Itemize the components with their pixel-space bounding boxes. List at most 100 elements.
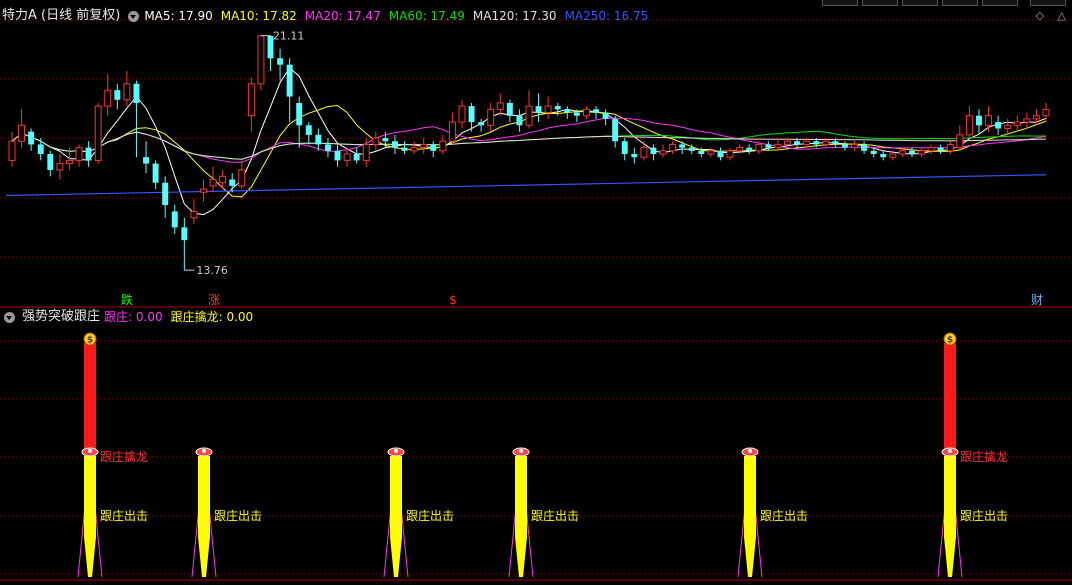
indicator-bars[interactable]: $ 跟庄出击 跟庄擒龙跟庄出击 跟庄出击 跟庄出击 跟庄出击 $ 跟庄出击 跟庄擒龙 [77, 332, 1008, 578]
candlestick[interactable] [1013, 115, 1021, 132]
candlestick[interactable] [305, 122, 312, 145]
event-markers[interactable]: 跌 涨 $ 财 [121, 292, 1043, 307]
candlestick[interactable] [582, 106, 590, 119]
candlestick[interactable] [123, 71, 131, 107]
stock-title[interactable]: 特力A (日线 前复权) [2, 6, 120, 26]
candlestick[interactable] [918, 147, 926, 158]
indicator-signal[interactable]: 跟庄出击 [383, 447, 454, 578]
candlestick[interactable] [976, 109, 982, 135]
event-marker[interactable]: 跌 [121, 292, 133, 307]
candlestick[interactable] [94, 102, 102, 164]
candlestick[interactable] [8, 131, 16, 167]
dropdown-arrow-icon[interactable] [4, 311, 15, 323]
event-marker[interactable]: 涨 [208, 292, 220, 307]
diamond-icon[interactable]: ◇ [1036, 9, 1044, 22]
candlestick[interactable] [85, 141, 92, 167]
candlestick[interactable] [861, 141, 868, 154]
candlestick[interactable] [487, 102, 495, 132]
candlestick[interactable] [746, 144, 753, 154]
indicator-title[interactable]: 强势突破跟庄 [22, 307, 100, 327]
candlestick[interactable] [908, 147, 915, 158]
candlestick[interactable] [496, 93, 504, 116]
candlestick[interactable] [1032, 109, 1040, 126]
candlestick[interactable] [717, 147, 724, 161]
indicator-signal[interactable]: $ 跟庄出击 跟庄擒龙 [77, 332, 148, 578]
candlestick[interactable] [726, 147, 734, 161]
toolbar-tab[interactable] [862, 0, 898, 6]
candlestick[interactable] [277, 48, 284, 81]
candlestick[interactable] [37, 138, 44, 161]
candlestick[interactable] [937, 144, 944, 154]
candlestick[interactable] [104, 74, 112, 116]
event-marker[interactable]: 财 [1031, 293, 1043, 307]
candlestick[interactable] [640, 141, 648, 161]
indicator-signal[interactable]: 跟庄出击 [508, 447, 579, 578]
candlestick[interactable] [535, 93, 542, 123]
candlestick[interactable] [190, 198, 198, 225]
candlestick[interactable] [247, 77, 255, 132]
candlestick[interactable] [47, 150, 54, 177]
toolbar-tab[interactable] [982, 0, 1018, 6]
candlestick[interactable] [880, 150, 887, 161]
toolbar-tab[interactable] [822, 0, 858, 6]
candlestick[interactable] [162, 176, 169, 218]
candlestick[interactable] [257, 35, 265, 91]
candlestick[interactable] [324, 138, 331, 158]
candlestick[interactable] [353, 147, 360, 164]
event-marker[interactable]: $ [449, 293, 457, 307]
candlestick[interactable] [593, 106, 599, 119]
candlestick[interactable] [209, 166, 217, 193]
candlestick[interactable] [56, 154, 64, 180]
candlestick[interactable] [238, 160, 246, 190]
candlestick[interactable] [525, 90, 533, 129]
candlestick[interactable] [143, 141, 150, 174]
toolbar-tab[interactable] [942, 0, 978, 6]
candlestick[interactable] [200, 179, 207, 202]
candlestick[interactable] [181, 217, 188, 271]
candlestick[interactable] [448, 112, 456, 145]
candlestick[interactable] [544, 96, 552, 119]
candlestick[interactable] [659, 144, 667, 158]
candlestick[interactable] [564, 106, 571, 119]
candlestick[interactable] [506, 99, 513, 123]
candlestick[interactable] [420, 138, 428, 154]
candlestick[interactable] [841, 141, 848, 151]
candlestick[interactable] [602, 109, 609, 126]
candlestick[interactable] [1023, 112, 1031, 129]
candlestick[interactable] [621, 138, 628, 161]
candlestick[interactable] [286, 58, 293, 123]
candlestick[interactable] [152, 160, 159, 190]
toolbar-tab[interactable] [902, 0, 938, 6]
candlestick[interactable] [516, 109, 523, 132]
candlestick[interactable] [171, 205, 178, 234]
candlestick[interactable] [334, 144, 341, 167]
candlestick[interactable] [985, 106, 993, 132]
candlestick[interactable] [430, 141, 437, 158]
candlestick[interactable] [410, 141, 418, 154]
candlesticks[interactable] [8, 35, 1050, 271]
candlestick[interactable] [956, 125, 964, 151]
candlestick[interactable] [458, 99, 466, 129]
candlestick[interactable] [296, 96, 303, 148]
candlestick[interactable] [995, 115, 1002, 135]
indicator-signal[interactable]: 跟庄出击 [191, 447, 262, 578]
toolbar-tab[interactable] [1030, 0, 1066, 6]
candlestick[interactable] [372, 131, 380, 151]
candlestick[interactable] [965, 106, 973, 139]
collapse-icon[interactable]: △ [1058, 9, 1066, 22]
candlestick[interactable] [650, 144, 657, 161]
candlestick[interactable] [229, 173, 236, 193]
indicator-signal[interactable]: 跟庄出击 [737, 447, 808, 578]
candlestick[interactable] [669, 141, 677, 154]
candlestick[interactable] [774, 138, 782, 151]
candlestick[interactable] [133, 80, 140, 158]
candlestick[interactable] [612, 115, 619, 148]
candlestick[interactable] [28, 128, 35, 151]
dropdown-arrow-icon[interactable] [128, 10, 140, 22]
candlestick[interactable] [765, 141, 772, 151]
candlestick[interactable] [1004, 118, 1012, 135]
candlestick[interactable] [315, 128, 322, 151]
candlestick[interactable] [75, 144, 83, 167]
candlestick[interactable] [401, 141, 408, 154]
candlestick[interactable] [946, 141, 954, 154]
